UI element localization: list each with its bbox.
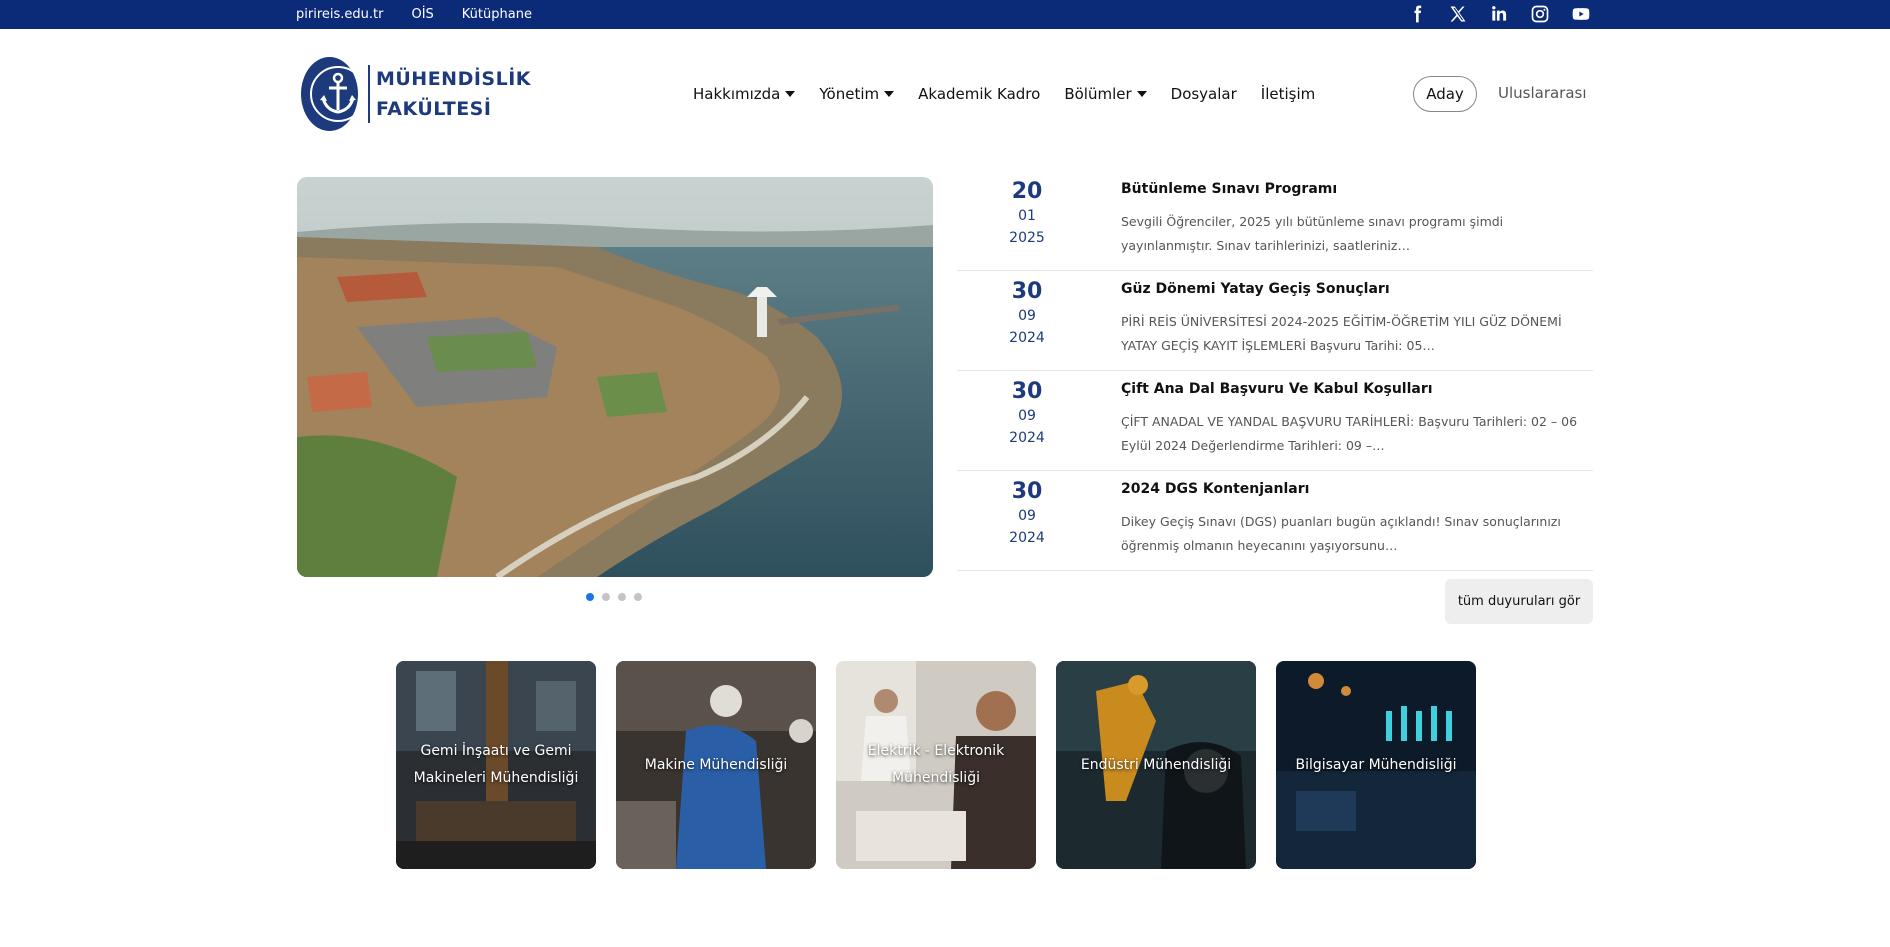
university-seal bbox=[301, 57, 366, 131]
announcement-title[interactable]: Çift Ana Dal Başvuru Ve Kabul Koşulları bbox=[1121, 380, 1597, 398]
slider-dot-4[interactable] bbox=[634, 593, 642, 601]
department-card-makine[interactable]: Makine Mühendisliği bbox=[616, 661, 816, 869]
slider-dot-1[interactable] bbox=[586, 593, 594, 601]
x-icon[interactable] bbox=[1447, 3, 1469, 25]
date-year: 2024 bbox=[1009, 530, 1045, 546]
logo-divider bbox=[367, 65, 370, 123]
caret-down-icon bbox=[1136, 91, 1147, 97]
top-link-ois[interactable]: OİS bbox=[411, 7, 433, 22]
date-year: 2024 bbox=[1009, 330, 1045, 346]
date-year: 2024 bbox=[1009, 430, 1045, 446]
department-label: Endüstri Mühendisliği bbox=[1080, 756, 1232, 773]
nav-item-dosyalar[interactable]: Dosyalar bbox=[1171, 85, 1237, 103]
faculty-wordmark: MÜHENDİSLİK FAKÜLTESİ bbox=[376, 68, 531, 120]
announcement-date: 30 09 2024 bbox=[957, 479, 1097, 549]
announcement-title[interactable]: Bütünleme Sınavı Programı bbox=[1121, 180, 1597, 198]
department-label: Elektrik - Elektronik Mühendisliği bbox=[867, 743, 1005, 786]
facebook-icon[interactable] bbox=[1406, 3, 1428, 25]
slider-dot-3[interactable] bbox=[618, 593, 626, 601]
announcement-excerpt: PİRİ REİS ÜNİVERSİTESİ 2024-2025 EĞİTİM-… bbox=[1121, 314, 1562, 353]
department-card-bilgisayar[interactable]: Bilgisayar Mühendisliği bbox=[1276, 661, 1476, 869]
nav-item-hakkimizda[interactable]: Hakkımızda bbox=[693, 85, 796, 103]
all-announcements-button[interactable]: tüm duyuruları gör bbox=[1445, 579, 1593, 624]
international-link[interactable]: Uluslararası bbox=[1498, 84, 1587, 102]
top-bar: pirireis.edu.tr OİS Kütüphane bbox=[0, 0, 1890, 29]
aday-button[interactable]: Aday bbox=[1413, 76, 1477, 112]
announcement-date: 20 01 2025 bbox=[957, 179, 1097, 249]
nav-item-label: Dosyalar bbox=[1170, 85, 1237, 103]
department-card-gemi[interactable]: Gemi İnşaatı ve Gemi Makineleri Mühendis… bbox=[396, 661, 596, 869]
logo-line-2: FAKÜLTESİ bbox=[375, 98, 492, 120]
top-link-pirireis[interactable]: pirireis.edu.tr bbox=[296, 7, 383, 22]
logo-line-1: MÜHENDİSLİK bbox=[375, 68, 531, 90]
date-day: 20 bbox=[1011, 179, 1043, 204]
announcement-item[interactable]: 20 01 2025 Bütünleme Sınavı Programı Sev… bbox=[957, 171, 1593, 271]
top-links: pirireis.edu.tr OİS Kütüphane bbox=[296, 0, 532, 29]
caret-down-icon bbox=[785, 91, 796, 97]
caret-down-icon bbox=[884, 91, 895, 97]
department-label: Makine Mühendisliği bbox=[644, 756, 788, 773]
nav-item-label: Yönetim bbox=[819, 85, 880, 103]
date-month: 09 bbox=[1018, 308, 1036, 324]
nav-item-iletisim[interactable]: İletişim bbox=[1261, 85, 1315, 103]
nav-item-bolumler[interactable]: Bölümler bbox=[1064, 85, 1147, 103]
nav-item-label: Hakkımızda bbox=[693, 85, 781, 103]
social-links bbox=[1406, 3, 1592, 25]
slider-dot-2[interactable] bbox=[602, 593, 610, 601]
announcement-item[interactable]: 30 09 2024 Çift Ana Dal Başvuru Ve Kabul… bbox=[957, 371, 1593, 471]
linkedin-icon[interactable] bbox=[1488, 3, 1510, 25]
nav-item-label: Bölümler bbox=[1064, 85, 1132, 103]
nav-item-label: İletişim bbox=[1260, 85, 1316, 103]
department-label: Bilgisayar Mühendisliği bbox=[1295, 756, 1457, 773]
department-card-endustri[interactable]: Endüstri Mühendisliği bbox=[1056, 661, 1256, 869]
announcement-excerpt: Sevgili Öğrenciler, 2025 yılı bütünleme … bbox=[1121, 214, 1504, 253]
instagram-icon[interactable] bbox=[1529, 3, 1551, 25]
announcements-list: 20 01 2025 Bütünleme Sınavı Programı Sev… bbox=[957, 171, 1593, 571]
date-day: 30 bbox=[1011, 379, 1043, 404]
announcement-title[interactable]: 2024 DGS Kontenjanları bbox=[1121, 480, 1597, 498]
date-month: 09 bbox=[1018, 408, 1036, 424]
announcement-title[interactable]: Güz Dönemi Yatay Geçiş Sonuçları bbox=[1121, 280, 1597, 298]
date-day: 30 bbox=[1011, 479, 1043, 504]
announcement-excerpt: ÇİFT ANADAL VE YANDAL BAŞVURU TARİHLERİ:… bbox=[1121, 414, 1578, 453]
slider-dots bbox=[586, 593, 642, 601]
department-cards: Gemi İnşaatı ve Gemi Makineleri Mühendis… bbox=[396, 661, 1476, 869]
date-month: 01 bbox=[1018, 208, 1036, 224]
nav-item-yonetim[interactable]: Yönetim bbox=[819, 85, 895, 103]
youtube-icon[interactable] bbox=[1570, 3, 1592, 25]
announcement-item[interactable]: 30 09 2024 Güz Dönemi Yatay Geçiş Sonuçl… bbox=[957, 271, 1593, 371]
faculty-logo[interactable]: MÜHENDİSLİK FAKÜLTESİ bbox=[301, 57, 531, 131]
top-link-kutuphane[interactable]: Kütüphane bbox=[462, 7, 532, 22]
hero-slider-image[interactable] bbox=[297, 177, 933, 577]
announcement-excerpt: Dikey Geçiş Sınavı (DGS) puanları bugün … bbox=[1121, 514, 1561, 553]
nav-item-label: Akademik Kadro bbox=[918, 85, 1041, 103]
department-label: Gemi İnşaatı ve Gemi Makineleri Mühendis… bbox=[413, 743, 579, 786]
department-card-elektrik[interactable]: Elektrik - Elektronik Mühendisliği bbox=[836, 661, 1036, 869]
nav-item-akademik-kadro[interactable]: Akademik Kadro bbox=[918, 85, 1040, 103]
anchor-icon bbox=[320, 72, 356, 114]
main-nav: Hakkımızda Yönetim Akademik Kadro Bölüml… bbox=[693, 85, 1315, 103]
date-day: 30 bbox=[1011, 279, 1043, 304]
date-month: 09 bbox=[1018, 508, 1036, 524]
announcement-item[interactable]: 30 09 2024 2024 DGS Kontenjanları Dikey … bbox=[957, 471, 1593, 571]
announcement-date: 30 09 2024 bbox=[957, 379, 1097, 449]
date-year: 2025 bbox=[1009, 230, 1045, 246]
announcement-date: 30 09 2024 bbox=[957, 279, 1097, 349]
